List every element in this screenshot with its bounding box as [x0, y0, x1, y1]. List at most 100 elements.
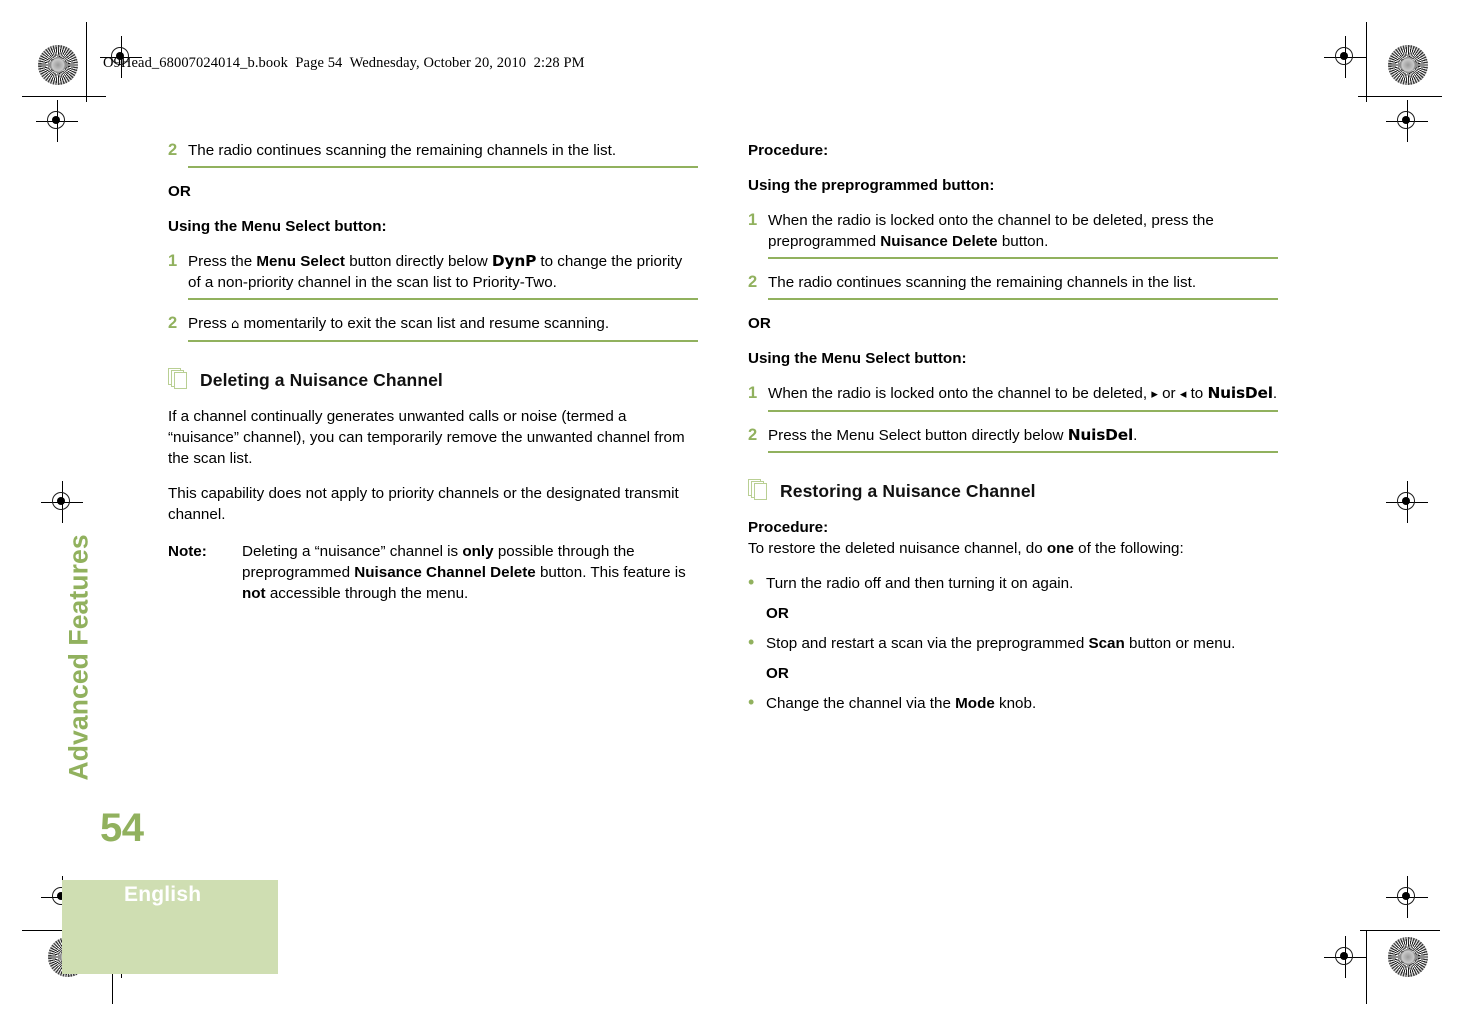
step-text-pre: Press the	[188, 253, 257, 270]
or-divider: OR	[766, 605, 789, 622]
step-text: When the radio is locked onto the channe…	[768, 383, 1278, 412]
emphasis-only: only	[462, 543, 494, 560]
body-paragraph: If a channel continually generates unwan…	[168, 408, 685, 467]
emphasis-not: not	[242, 585, 266, 602]
ui-button-name: Nuisance Delete	[880, 233, 998, 250]
step-number: 2	[748, 273, 758, 291]
trim-line-right-vertical	[1366, 22, 1368, 102]
ui-knob-name: Mode	[955, 695, 995, 712]
file-header-line: O9Head_68007024014_b.book Page 54 Wednes…	[103, 55, 585, 71]
bullet-text-post: button or menu.	[1124, 635, 1236, 652]
step-number: 1	[168, 252, 178, 270]
left-column: 2 The radio continues scanning the remai…	[168, 140, 698, 604]
procedure-label: Procedure:	[748, 142, 829, 159]
subheading-preprogrammed-button: Using the preprogrammed button:	[748, 177, 995, 194]
list-item: 2 The radio continues scanning the remai…	[168, 140, 698, 168]
chapter-tab-label: Advanced Features	[63, 534, 94, 781]
bullet-icon: •	[748, 692, 755, 712]
registration-mark-lower-right	[1386, 876, 1428, 918]
star-target-top-left	[38, 45, 78, 85]
step-text-post: .	[1133, 427, 1138, 444]
display-label-nuisdel: NuisDel	[1067, 426, 1134, 444]
list-item: 2 Press ⌂ momentarily to exit the scan l…	[168, 313, 698, 342]
list-item: 1 When the radio is locked onto the chan…	[748, 383, 1278, 412]
list-item: • Turn the radio off and then turning it…	[748, 573, 1278, 594]
step-text-mid: or	[1157, 385, 1180, 402]
step-text-post: .	[1272, 385, 1278, 402]
restore-intro-post: of the following:	[1073, 540, 1184, 557]
bullet-text-pre: Change the channel via the	[766, 695, 956, 712]
ui-button-name: Menu Select	[256, 253, 345, 270]
bullet-text: Stop and restart a scan via the preprogr…	[766, 633, 1278, 654]
footer-language-label: English	[124, 883, 202, 906]
section-heading-restoring-nuisance-channel: Restoring a Nuisance Channel	[748, 479, 1278, 503]
step-text-post: momentarily to exit the scan list and re…	[239, 315, 610, 332]
step-text: The radio continues scanning the remaini…	[768, 272, 1278, 300]
bullet-text: Change the channel via the Mode knob.	[766, 693, 1278, 714]
list-item: 1 When the radio is locked onto the chan…	[748, 210, 1278, 259]
section-title: Deleting a Nuisance Channel	[200, 369, 443, 390]
list-item: 2 Press the Menu Select button directly …	[748, 425, 1278, 453]
restore-intro-pre: To restore the deleted nuisance channel,…	[748, 540, 1047, 557]
display-label-nuisdel: NuisDel	[1207, 384, 1273, 402]
step-number: 2	[168, 141, 178, 159]
note-label: Note:	[168, 543, 207, 560]
trim-line-top-horizontal-right	[1358, 96, 1442, 98]
ui-button-name: Scan	[1088, 635, 1125, 652]
display-label-dynp: DynP	[491, 252, 537, 270]
list-item: • Change the channel via the Mode knob.	[748, 693, 1278, 714]
bullet-text: Turn the radio off and then turning it o…	[766, 575, 1074, 592]
list-item: • Stop and restart a scan via the prepro…	[748, 633, 1278, 654]
step-text-pre: Press the Menu Select button directly be…	[768, 427, 1068, 444]
step-text: The radio continues scanning the remaini…	[188, 140, 698, 168]
or-divider: OR	[766, 665, 789, 682]
subheading-menu-select: Using the Menu Select button:	[168, 218, 387, 235]
restore-intro-text: To restore the deleted nuisance channel,…	[748, 538, 1278, 559]
step-text: When the radio is locked onto the channe…	[768, 210, 1278, 259]
note-block: Note: Deleting a “nuisance” channel is o…	[168, 541, 698, 604]
section-heading-deleting-nuisance-channel: Deleting a Nuisance Channel	[168, 368, 698, 392]
trim-line-bottom-horizontal-right	[1360, 930, 1440, 932]
step-text: Press ⌂ momentarily to exit the scan lis…	[188, 313, 698, 342]
step-number: 1	[748, 384, 758, 402]
step-text-mid-2: to	[1186, 385, 1208, 402]
star-target-bottom-right	[1388, 937, 1428, 977]
trim-line-right-vertical-2	[1366, 930, 1368, 1004]
registration-mark-upper-right	[1386, 100, 1428, 142]
list-item: 1 Press the Menu Select button directly …	[168, 251, 698, 300]
registration-mark-upper-left	[36, 100, 78, 142]
list-item: 2 The radio continues scanning the remai…	[748, 272, 1278, 300]
bullet-icon: •	[748, 632, 755, 652]
procedure-label: Procedure:	[748, 519, 829, 536]
step-text-pre: When the radio is locked onto the channe…	[768, 385, 1152, 402]
star-target-top-right	[1388, 45, 1428, 85]
trim-line-left-vertical	[86, 22, 88, 102]
or-divider: OR	[748, 315, 771, 332]
step-number: 2	[168, 314, 178, 332]
bullet-text-post: knob.	[994, 695, 1037, 712]
step-text-mid: button directly below	[345, 253, 492, 270]
page-stack-icon	[168, 368, 190, 392]
step-number: 1	[748, 211, 758, 229]
step-text: Press the Menu Select button directly be…	[188, 251, 698, 300]
step-text-pre: Press	[188, 315, 232, 332]
registration-mark-top-right	[1324, 36, 1366, 78]
right-column: Procedure: Using the preprogrammed butto…	[748, 140, 1278, 717]
section-title: Restoring a Nuisance Channel	[780, 480, 1036, 501]
body-paragraph: This capability does not apply to priori…	[168, 485, 679, 523]
note-text-pre: Deleting a “nuisance” channel is	[242, 543, 463, 560]
bullet-text-pre: Stop and restart a scan via the preprogr…	[766, 635, 1089, 652]
note-text-post: accessible through the menu.	[265, 585, 469, 602]
subheading-menu-select: Using the Menu Select button:	[748, 350, 967, 367]
step-text: Press the Menu Select button directly be…	[768, 425, 1278, 453]
note-text: Deleting a “nuisance” channel is only po…	[242, 541, 698, 604]
registration-mark-bottom-right	[1324, 936, 1366, 978]
bullet-icon: •	[748, 572, 755, 592]
or-divider: OR	[168, 183, 191, 200]
emphasis-one: one	[1046, 540, 1074, 557]
note-text-mid-2: button. This feature is	[535, 564, 686, 581]
step-text-post: button.	[997, 233, 1049, 250]
page-number: 54	[100, 806, 144, 850]
registration-mark-middle-right	[1386, 481, 1428, 523]
ui-button-name: Nuisance Channel Delete	[354, 564, 536, 581]
